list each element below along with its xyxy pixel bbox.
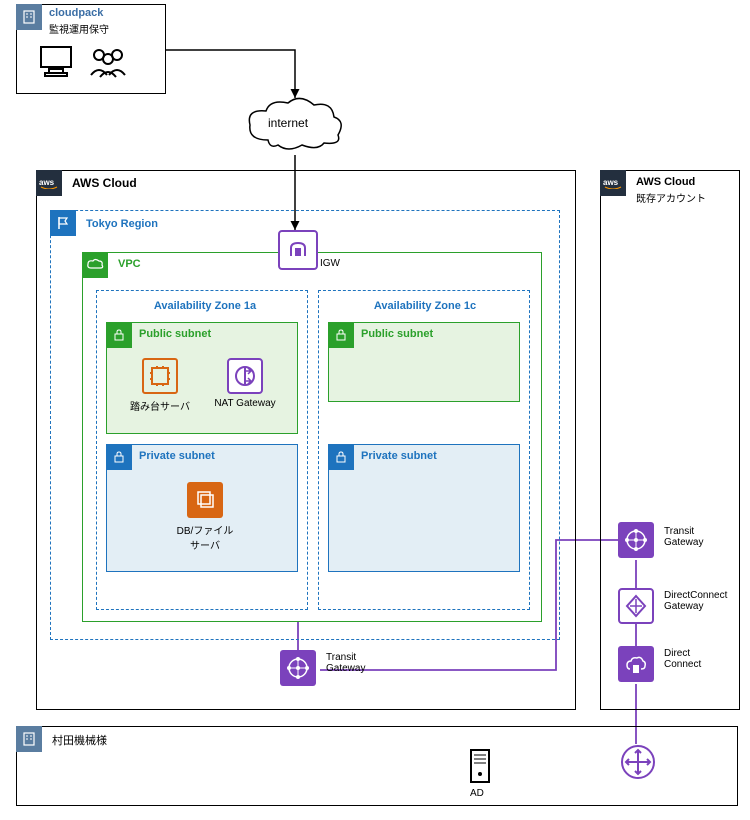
bastion-label: 踏み台サーバ — [130, 398, 190, 413]
public-subnet-1c: Public subnet — [328, 322, 520, 402]
aws-cloud-existing: aws — [600, 170, 740, 710]
tgw2-label: Transit Gateway — [664, 526, 724, 548]
aws-icon: aws — [36, 170, 62, 196]
direct-connect — [618, 646, 654, 682]
internet-label: internet — [268, 116, 308, 130]
private-subnet-1c-title: Private subnet — [361, 450, 437, 462]
region-flag-icon — [50, 210, 76, 236]
building-icon — [16, 726, 42, 752]
aws-right-title: AWS Cloud — [636, 176, 695, 188]
transit-gateway-main — [280, 650, 316, 686]
vpc-cloud-icon — [82, 252, 108, 278]
aws-icon: aws — [600, 170, 626, 196]
direct-connect-gateway — [618, 588, 654, 624]
private-subnet-1c: Private subnet — [328, 444, 520, 572]
customer-title: 村田機械様 — [52, 732, 107, 748]
monitor-icon — [37, 43, 75, 81]
router-icon — [620, 744, 656, 783]
public-subnet-1a-title: Public subnet — [139, 328, 211, 340]
bastion-server: 踏み台サーバ — [130, 358, 190, 413]
tgw1-label: Transit Gateway — [326, 652, 376, 674]
private-subnet-1a-title: Private subnet — [139, 450, 215, 462]
cloudpack-title: cloudpack — [49, 7, 103, 19]
dc-label: Direct Connect — [664, 648, 724, 670]
az-1c-title: Availability Zone 1c — [360, 300, 490, 312]
vpc-title: VPC — [118, 258, 141, 270]
az-1a-title: Availability Zone 1a — [140, 300, 270, 312]
aws-right-sub: 既存アカウント — [636, 190, 706, 205]
ad-label: AD — [470, 788, 484, 799]
cloudpack-sub: 監視運用保守 — [49, 21, 109, 36]
lock-icon — [328, 444, 354, 470]
dcgw-label: DirectConnect Gateway — [664, 590, 744, 612]
lock-icon — [106, 322, 132, 348]
public-subnet-1c-title: Public subnet — [361, 328, 433, 340]
svg-text:aws: aws — [603, 178, 619, 187]
lock-icon — [106, 444, 132, 470]
svg-text:aws: aws — [39, 178, 55, 187]
ad-server — [468, 748, 492, 787]
users-icon — [87, 45, 129, 79]
nat-gateway: NAT Gateway — [210, 358, 280, 409]
transit-gateway-existing — [618, 522, 654, 558]
building-icon — [16, 4, 42, 30]
natgw-label: NAT Gateway — [210, 398, 280, 409]
dbfile-label2: サーバ — [170, 537, 240, 552]
igw-icon — [278, 230, 318, 270]
cloudpack-box: cloudpack 監視運用保守 — [16, 4, 166, 94]
dbfile-label1: DB/ファイル — [170, 522, 240, 537]
aws-main-title: AWS Cloud — [72, 176, 137, 190]
igw-label: IGW — [320, 258, 340, 269]
lock-icon — [328, 322, 354, 348]
region-title: Tokyo Region — [86, 218, 158, 230]
db-file-server: DB/ファイル サーバ — [170, 482, 240, 552]
